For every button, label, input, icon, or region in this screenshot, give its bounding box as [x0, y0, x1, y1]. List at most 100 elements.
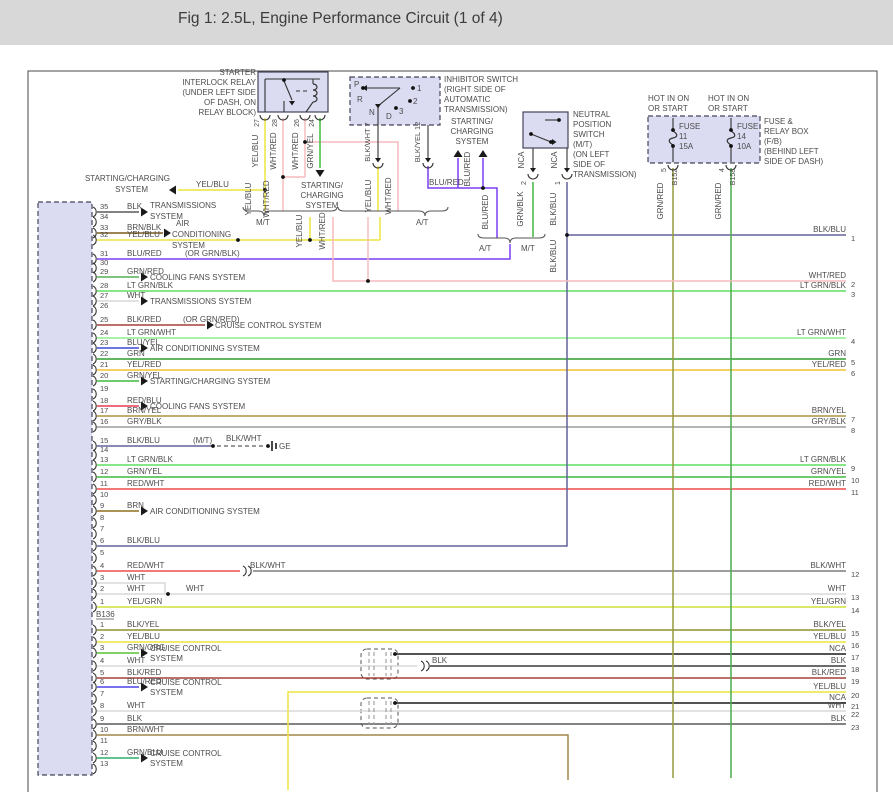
right-wire-label: WHT — [828, 701, 846, 710]
label: 15A — [679, 142, 694, 151]
right-wire-number: 6 — [851, 369, 855, 378]
pin-number: 12 — [100, 467, 108, 476]
rotated-label: GRN/RED — [656, 182, 665, 219]
connector-arc — [562, 174, 572, 179]
connector-arc — [93, 602, 96, 612]
label: INTERLOCK RELAY — [182, 78, 256, 87]
wire-label: BLK/BLU — [127, 536, 160, 545]
label: YEL/BLU — [196, 180, 229, 189]
bracket — [478, 234, 545, 243]
connector-arc — [93, 263, 96, 273]
rotated-label: GRN/BLK — [516, 191, 525, 227]
label: OR START — [708, 104, 748, 113]
right-wire-number: 15 — [851, 629, 859, 638]
connector-arc — [93, 661, 96, 671]
junction-dot — [729, 128, 733, 132]
connector-arc — [93, 376, 96, 386]
connector-arc — [93, 541, 96, 551]
pin-number: 35 — [100, 202, 108, 211]
pin-number: 19 — [100, 384, 108, 393]
pin-number: 17 — [100, 406, 108, 415]
connector-arc — [93, 333, 96, 343]
connector-arc — [93, 422, 96, 432]
junction-dot — [549, 140, 553, 144]
right-wire-label: BRN/YEL — [812, 406, 847, 415]
wire-label: GRN/RED — [127, 267, 164, 276]
junction-dot — [361, 86, 365, 90]
connector-arc — [93, 506, 96, 516]
pin-number: 16 — [100, 417, 108, 426]
connector-arc — [93, 235, 96, 245]
label: AIR CONDITIONING SYSTEM — [150, 344, 260, 353]
wire-label: LT GRN/BLK — [127, 455, 174, 464]
wire-label: BRN/WHT — [127, 725, 164, 734]
pin-number: 8 — [100, 701, 104, 710]
junction-dot — [266, 444, 270, 448]
pin-number: 3 — [100, 643, 104, 652]
right-wire-label: LT GRN/WHT — [797, 328, 846, 337]
connector-arc — [243, 566, 246, 576]
right-wire-number: 3 — [851, 290, 855, 299]
pin-number: 7 — [100, 524, 104, 533]
rotated-label: BLU/RED — [463, 151, 472, 186]
connector-arc — [93, 495, 96, 505]
pin-number: 9 — [100, 714, 104, 723]
label: CHARGING — [450, 127, 493, 136]
wire-label: BLK — [127, 714, 143, 723]
label: M/T — [521, 244, 535, 253]
label: D — [386, 112, 392, 121]
label: R — [357, 95, 363, 104]
wire-label: BLK/BLU — [127, 436, 160, 445]
right-wire-number: 14 — [851, 606, 859, 615]
pin-number: 29 — [100, 267, 108, 276]
right-wire-number: 18 — [851, 665, 859, 674]
label: FUSE — [679, 122, 700, 131]
label: SYSTEM — [456, 137, 489, 146]
pin-number: 13 — [100, 455, 108, 464]
label: STARTER — [219, 68, 256, 77]
label: SIDE OF DASH) — [764, 157, 823, 166]
label: POSITION — [573, 120, 611, 129]
wire — [288, 692, 846, 790]
connector-arc — [93, 741, 96, 751]
right-wire-label: GRN/YEL — [811, 467, 847, 476]
wire-label: BRN — [127, 501, 144, 510]
pin-number: 3 — [100, 573, 104, 582]
label: BLU/RED — [429, 178, 464, 187]
connector-arc — [93, 207, 96, 217]
right-wire-label: LT GRN/BLK — [800, 281, 847, 290]
label: OR START — [648, 104, 688, 113]
label: RELAY BOX — [764, 127, 809, 136]
arrow-icon — [164, 229, 171, 238]
rotated-label: GRN/RED — [714, 182, 723, 219]
label: SYSTEM — [150, 759, 183, 768]
label: WHT — [186, 584, 204, 593]
connector-arc — [93, 637, 96, 647]
label: STARTING/CHARGING — [85, 174, 170, 183]
pin-number: 14 — [100, 445, 108, 454]
label: HOT IN ON — [648, 94, 689, 103]
junction-dot — [281, 175, 285, 179]
connector-arc — [93, 529, 96, 539]
connector-arc — [93, 460, 96, 470]
wire-label: RED/WHT — [127, 561, 164, 570]
label: BLK — [432, 656, 448, 665]
junction-dot — [565, 233, 569, 237]
pin-number: 34 — [100, 212, 108, 221]
connector-arc — [426, 661, 429, 671]
component-box — [38, 202, 92, 775]
pin-number: 30 — [100, 258, 108, 267]
screenshot-canvas: Fig 1: 2.5L, Engine Performance Circuit … — [0, 0, 893, 792]
right-wire-number: 2 — [851, 280, 855, 289]
arrow-icon — [425, 158, 431, 163]
label: FUSE & — [764, 117, 794, 126]
label: STARTING/CHARGING SYSTEM — [150, 377, 270, 386]
pin-number: 9 — [100, 501, 104, 510]
right-wire-number: 20 — [851, 691, 859, 700]
connector-arc — [93, 389, 96, 399]
connector-arc — [93, 441, 96, 451]
right-wire-label: YEL/GRN — [811, 597, 846, 606]
pin-number: 21 — [100, 360, 108, 369]
rotated-label: WHT/RED — [384, 177, 393, 215]
pin-number: 10 — [100, 725, 108, 734]
